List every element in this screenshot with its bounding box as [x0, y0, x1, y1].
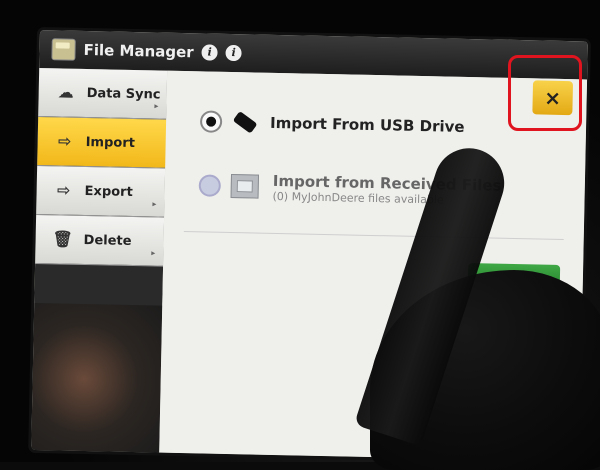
sidebar-item-delete[interactable]: 🗑 Delete ▸	[35, 214, 165, 267]
received-files-icon	[230, 174, 260, 199]
sidebar: ☁ Data Sync ▸ ⇨ Import ⇨ Export ▸ 🗑 Dele…	[31, 67, 175, 456]
info-icon[interactable]: i	[225, 44, 242, 62]
chevron-icon: ▸	[154, 101, 159, 111]
sidebar-item-label: Data Sync	[86, 85, 161, 103]
radio-usb-drive[interactable]	[199, 110, 223, 133]
sidebar-item-data-sync[interactable]: ☁ Data Sync ▸	[38, 67, 168, 120]
chevron-icon: ▸	[152, 199, 157, 209]
file-manager-icon	[51, 38, 76, 61]
sidebar-empty-area	[31, 302, 163, 456]
option-received-files[interactable]: Import from Received Files (0) MyJohnDee…	[164, 153, 585, 226]
chevron-icon: ▸	[151, 248, 156, 258]
option-label: Import From USB Drive	[269, 113, 465, 136]
trash-icon: 🗑	[52, 229, 73, 249]
sidebar-item-label: Import	[85, 134, 136, 151]
window-title: File Manager	[83, 40, 194, 62]
radio-received-files[interactable]	[198, 174, 222, 197]
usb-drive-icon	[232, 110, 258, 134]
sidebar-item-import[interactable]: ⇨ Import	[37, 116, 175, 169]
sidebar-item-label: Delete	[83, 232, 132, 249]
info-icon[interactable]: i	[201, 44, 218, 61]
export-icon: ⇨	[56, 180, 71, 200]
sidebar-item-export[interactable]: ⇨ Export ▸	[36, 165, 166, 218]
highlight-annotation	[508, 55, 582, 131]
divider	[183, 231, 564, 241]
import-icon: ⇨	[57, 131, 72, 151]
sidebar-item-label: Export	[84, 183, 133, 200]
cloud-sync-icon: ☁	[57, 82, 74, 102]
